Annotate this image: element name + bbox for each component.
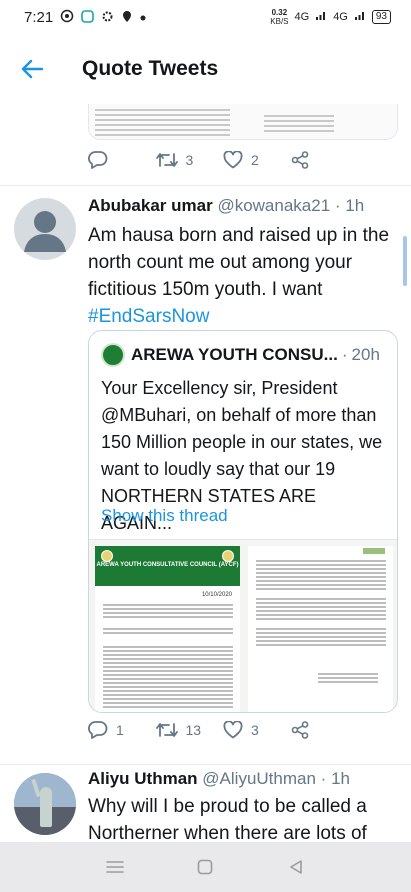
tweet-time[interactable]: 1h (331, 769, 350, 788)
user-handle[interactable]: @kowanaka21 (217, 196, 330, 215)
app-header: Quote Tweets (0, 34, 411, 104)
location-icon (121, 10, 133, 25)
reply-count: 1 (116, 721, 124, 738)
dot-icon (140, 11, 146, 23)
retweet-button[interactable]: 13 (155, 721, 224, 738)
network-type-1: 4G (294, 11, 310, 23)
system-nav-bar (0, 842, 411, 892)
like-button[interactable]: 3 (223, 720, 291, 739)
tweet-header: Abubakar umar @kowanaka21 · 1h (88, 196, 364, 216)
document-logo-right (222, 550, 234, 562)
nav-back-button[interactable] (281, 852, 311, 882)
quote-header: AREWA YOUTH CONSU... · 20h (101, 343, 380, 367)
quote-avatar (101, 343, 125, 367)
signal-icon-2 (354, 10, 366, 24)
retweet-count: 13 (185, 721, 202, 738)
reply-button[interactable]: 1 (88, 720, 156, 739)
menu-button[interactable] (100, 852, 130, 882)
home-square-icon (198, 859, 213, 875)
avatar[interactable] (14, 773, 76, 835)
quote-time-separator: · (341, 345, 348, 364)
tweet-text: Why will I be proud to be called a North… (88, 796, 367, 842)
whatsapp-icon (60, 9, 74, 25)
home-button[interactable] (190, 852, 220, 882)
retweet-icon (155, 722, 178, 737)
back-button[interactable] (0, 34, 64, 104)
settings-icon (101, 10, 114, 25)
document-org-name: AREWA YOUTH CONSULTATIVE COUNCIL (AYCF) (96, 562, 239, 568)
document-page-1: AREWA YOUTH CONSULTATIVE COUNCIL (AYCF) … (95, 546, 240, 712)
quoted-document-image[interactable]: AREWA YOUTH CONSULTATIVE COUNCIL (AYCF) … (89, 539, 397, 712)
reply-icon (88, 721, 108, 739)
tweet-actions: 1 13 3 (88, 720, 358, 739)
previous-tweet[interactable]: 3 2 (0, 104, 411, 186)
network-speed-unit: KB/S (270, 17, 289, 26)
menu-icon (106, 861, 124, 873)
user-handle[interactable]: @AliyuUthman (202, 769, 316, 788)
arrow-left-icon (21, 59, 43, 79)
like-count: 2 (251, 151, 259, 168)
quote-display-name: AREWA YOUTH CONSU... (131, 345, 338, 364)
document-logo-left (101, 550, 113, 562)
time-separator: · (334, 196, 341, 215)
tweet[interactable]: Aliyu Uthman @AliyuUthman · 1h Why will … (0, 765, 411, 842)
document-stamp (363, 548, 385, 554)
display-name[interactable]: Abubakar umar (88, 196, 213, 215)
show-thread-link[interactable]: Show this thread (101, 506, 228, 526)
time-separator: · (320, 769, 327, 788)
share-icon (291, 150, 308, 169)
tweet-text-content: Am hausa born and raised up in the north… (88, 225, 390, 300)
retweet-icon (155, 152, 178, 167)
status-time: 7:21 (24, 8, 54, 26)
display-name[interactable]: Aliyu Uthman (88, 769, 198, 788)
document-date: 10/10/2020 (201, 592, 232, 598)
heart-icon (223, 150, 243, 168)
battery-indicator: 93 (371, 10, 391, 24)
avatar[interactable] (14, 198, 76, 260)
tweet-actions: 3 2 (88, 150, 358, 169)
hashtag-link[interactable]: #EndSarsNow (88, 306, 209, 327)
reply-icon (88, 151, 108, 169)
network-type-2: 4G (333, 11, 348, 23)
quoted-tweet[interactable]: AREWA YOUTH CONSU... · 20h Your Excellen… (88, 330, 398, 713)
quote-time: 20h (351, 345, 380, 364)
like-button[interactable]: 2 (223, 150, 291, 169)
tweet-text: Am hausa born and raised up in the north… (88, 222, 400, 330)
heart-icon (223, 720, 243, 738)
status-bar: 7:21 0.32 KB/S 4G 4G 93 (0, 0, 411, 34)
retweet-count: 3 (185, 151, 194, 168)
page-title: Quote Tweets (82, 57, 219, 80)
triangle-back-icon (290, 860, 302, 874)
share-button[interactable] (291, 720, 359, 739)
network-speed-value: 0.32 (271, 8, 288, 17)
share-icon (291, 720, 308, 739)
signal-icon (315, 10, 327, 24)
like-count: 3 (251, 721, 259, 738)
network-speed: 0.32 KB/S (270, 8, 288, 26)
app-icon (81, 9, 95, 25)
reply-button[interactable] (88, 150, 156, 169)
scrollbar[interactable] (403, 236, 407, 286)
document-image-snippet[interactable] (88, 104, 398, 140)
document-page-2 (248, 546, 393, 712)
tweet-time[interactable]: 1h (345, 196, 364, 215)
retweet-button[interactable]: 3 (155, 151, 224, 168)
tweet[interactable]: Abubakar umar @kowanaka21 · 1h Am hausa … (0, 186, 411, 764)
tweet-header: Aliyu Uthman @AliyuUthman · 1h (88, 769, 350, 789)
document-letterhead: AREWA YOUTH CONSULTATIVE COUNCIL (AYCF) (95, 546, 240, 586)
share-button[interactable] (291, 150, 359, 169)
